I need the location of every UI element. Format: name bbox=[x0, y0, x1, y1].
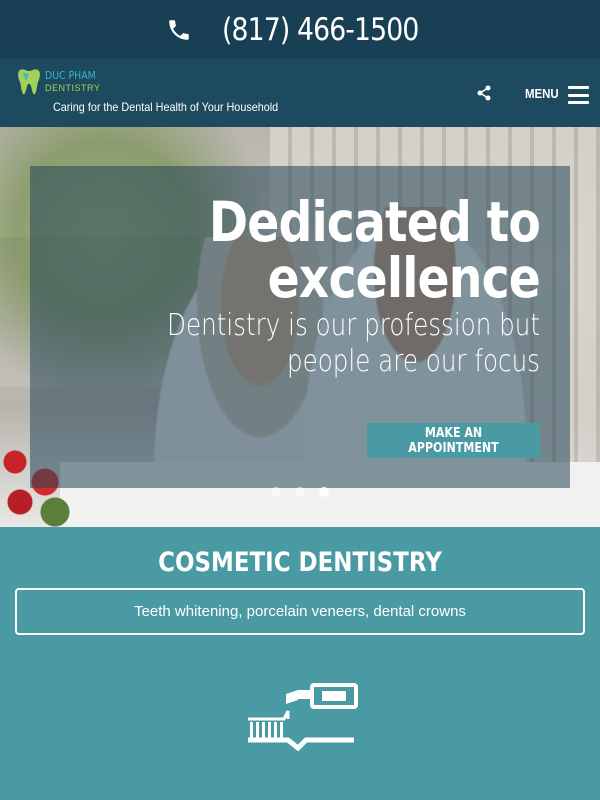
hamburger-icon[interactable] bbox=[568, 86, 589, 104]
make-appointment-button[interactable]: MAKE AN APPOINTMENT bbox=[367, 423, 540, 458]
service-description: Teeth whitening, porcelain veneers, dent… bbox=[134, 603, 466, 620]
logo-subname: DENTISTRY bbox=[45, 83, 101, 93]
site-tagline: Caring for the Dental Health of Your Hou… bbox=[53, 100, 279, 114]
menu-label[interactable]: MENU bbox=[525, 86, 559, 101]
hero-subtitle: Dentistry is our profession but people a… bbox=[167, 308, 540, 379]
phone-bar[interactable]: (817) 466-1500 bbox=[0, 0, 600, 59]
section-title: COSMETIC DENTISTRY bbox=[158, 547, 442, 578]
phone-icon bbox=[169, 19, 189, 40]
slider-dot-3[interactable] bbox=[319, 487, 329, 497]
hero-title: Dedicated to excellence bbox=[208, 190, 541, 310]
site-header: DUC PHAM DENTISTRY Caring for the Dental… bbox=[0, 59, 600, 127]
tooth-logo-icon bbox=[18, 69, 40, 95]
phone-number[interactable]: (817) 466-1500 bbox=[222, 12, 419, 48]
slider-dots bbox=[271, 487, 329, 497]
logo-name: DUC PHAM bbox=[45, 69, 96, 82]
share-icon[interactable] bbox=[476, 85, 492, 101]
slider-dot-2[interactable] bbox=[295, 487, 305, 497]
slider-dot-1[interactable] bbox=[271, 487, 281, 497]
logo[interactable]: DUC PHAM DENTISTRY bbox=[17, 68, 105, 96]
services-section: COSMETIC DENTISTRY Teeth whitening, porc… bbox=[0, 527, 600, 800]
toothbrush-toothpaste-icon bbox=[248, 683, 358, 752]
service-description-box[interactable]: Teeth whitening, porcelain veneers, dent… bbox=[15, 588, 585, 635]
